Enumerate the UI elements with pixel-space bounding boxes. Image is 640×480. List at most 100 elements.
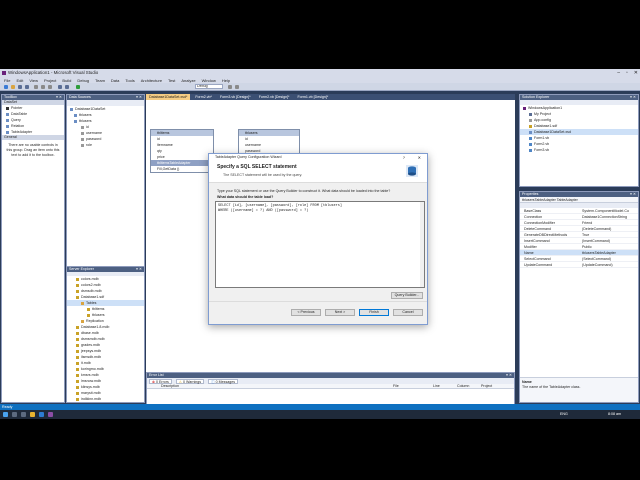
error-list-header: Error List ▾ ✕: [147, 373, 514, 378]
toolbox-toggle-icon[interactable]: [235, 84, 239, 89]
tableadapter-query-wizard-dialog: TableAdapter Query Configuration Wizard …: [208, 153, 428, 325]
tree-item-label: koringmo.mdb: [81, 367, 104, 371]
column-project[interactable]: Project: [481, 384, 492, 389]
table-tblitems[interactable]: tblitems id itemname qty price tblitemsT…: [150, 129, 214, 173]
database-icon: [76, 349, 79, 353]
cancel-button[interactable]: Cancel: [393, 309, 423, 316]
visual-studio-taskbar-icon[interactable]: [48, 412, 53, 417]
column-column[interactable]: Column: [457, 384, 469, 389]
solution-explorer-header: Solution Explorer ▾ ✕: [520, 95, 638, 100]
properties-panel: Properties ▾ ✕ tblusersTableAdapter Table…: [519, 191, 639, 403]
open-file-icon[interactable]: [11, 84, 15, 89]
redo-icon[interactable]: [65, 84, 69, 89]
close-button[interactable]: ✕: [634, 70, 638, 76]
column-description[interactable]: Description: [161, 384, 179, 389]
dialog-subheading: The SELECT statement will be used by the…: [223, 173, 303, 177]
undo-icon[interactable]: [58, 84, 62, 89]
task-view-icon[interactable]: [21, 412, 26, 417]
server-explorer-item[interactable]: rodeas.mdb: [67, 402, 144, 403]
clock[interactable]: 8:08 am: [608, 410, 621, 419]
previous-button[interactable]: < Previous: [291, 309, 321, 316]
language-indicator[interactable]: ENG: [560, 410, 568, 419]
title-bar: WindowsApplication1 - Microsoft Visual S…: [0, 69, 640, 77]
database-icon: [529, 124, 532, 128]
new-project-icon[interactable]: [4, 84, 8, 89]
panel-close-icon[interactable]: ▾ ✕: [56, 95, 62, 100]
search-icon[interactable]: [12, 412, 17, 417]
menu-architecture[interactable]: Architecture: [141, 78, 162, 83]
menu-file[interactable]: File: [4, 78, 10, 83]
column-line[interactable]: Line: [433, 384, 440, 389]
database-icon: [76, 361, 79, 365]
copy-icon[interactable]: [41, 84, 45, 89]
property-value[interactable]: (UpdateCommand): [582, 262, 613, 267]
menu-tools[interactable]: Tools: [125, 78, 134, 83]
toolbox-item-tableadapter[interactable]: TableAdapter: [2, 129, 64, 135]
data-sources-header: Data Sources ▾ ✕: [67, 95, 144, 100]
sql-scrollbar[interactable]: [420, 202, 424, 287]
tree-item-label: tblusers: [79, 113, 92, 117]
windows-taskbar: ENG 8:08 am: [0, 410, 640, 419]
error-list-columns: Description File Line Column Project: [147, 384, 514, 389]
next-button[interactable]: Next >: [325, 309, 355, 316]
server-explorer-item[interactable]: indikinn.mdb: [67, 396, 144, 402]
messages-filter-button[interactable]: ⓘ 0 Messages: [208, 378, 239, 384]
panel-close-icon[interactable]: ▾ ✕: [630, 95, 636, 100]
menu-analyze[interactable]: Analyze: [181, 78, 195, 83]
query-builder-button[interactable]: Query Builder...: [391, 292, 423, 299]
help-icon[interactable]: ?: [403, 154, 405, 161]
panel-close-icon[interactable]: ▾ ✕: [506, 373, 512, 378]
tree-item-label: Database1.8.mdb: [81, 325, 110, 329]
tree-item-label: Form1.vb: [534, 136, 550, 140]
property-row[interactable]: UpdateCommand (UpdateCommand): [520, 262, 638, 268]
finish-button[interactable]: Finish: [359, 309, 389, 316]
dataset-icon: [70, 107, 73, 111]
tree-item-label: colors2.mdb: [81, 283, 101, 287]
panel-close-icon[interactable]: ▾ ✕: [136, 267, 142, 272]
table-tblusers[interactable]: tblusers id username password: [238, 129, 300, 155]
save-icon[interactable]: [18, 84, 22, 89]
tree-item-label: grades.mdb: [81, 343, 100, 347]
menu-help[interactable]: Help: [222, 78, 230, 83]
error-icon: ⊗: [152, 379, 156, 384]
database-icon: [76, 373, 79, 377]
table-icon: [74, 119, 77, 123]
menu-build[interactable]: Build: [62, 78, 71, 83]
save-all-icon[interactable]: [25, 84, 29, 89]
field-icon: [81, 143, 84, 147]
browser-icon[interactable]: [39, 412, 44, 417]
minimize-button[interactable]: –: [617, 70, 620, 76]
menu-debug[interactable]: Debug: [77, 78, 89, 83]
menu-data[interactable]: Data: [111, 78, 119, 83]
tree-item-label: lmsnow.mdb: [81, 379, 101, 383]
dialog-close-icon[interactable]: ✕: [418, 154, 421, 161]
solution-explorer-panel: Solution Explorer ▾ ✕ WindowsApplication1…: [519, 94, 639, 187]
menu-team[interactable]: Team: [95, 78, 105, 83]
file-explorer-icon[interactable]: [30, 412, 35, 417]
sql-statement-textbox[interactable]: SELECT [id], [username], [password], [ro…: [215, 201, 425, 288]
maximize-button[interactable]: ▫: [626, 70, 628, 76]
menu-window[interactable]: Window: [202, 78, 216, 83]
panel-close-icon[interactable]: ▾ ✕: [136, 95, 142, 100]
find-icon[interactable]: [228, 84, 232, 89]
errors-filter-button[interactable]: ⊗ 0 Errors: [149, 378, 172, 384]
properties-object-selector[interactable]: tblusersTableAdapter TableAdapter: [520, 197, 638, 203]
start-debug-icon[interactable]: [76, 84, 80, 89]
menu-project[interactable]: Project: [44, 78, 56, 83]
tree-item-field[interactable]: role: [67, 142, 144, 148]
paste-icon[interactable]: [48, 84, 52, 89]
database-icon: [81, 301, 84, 305]
cut-icon[interactable]: [34, 84, 38, 89]
toolbox-header: ToolBox ▾ ✕: [2, 95, 64, 100]
column-file[interactable]: File: [393, 384, 399, 389]
query-icon: [6, 118, 9, 122]
menu-view[interactable]: View: [29, 78, 38, 83]
description-text: The name of the TableAdapter class.: [522, 385, 581, 389]
menu-test[interactable]: Test: [168, 78, 175, 83]
error-list-title: Error List: [149, 373, 164, 377]
tree-item-file[interactable]: Form3.vb: [520, 147, 638, 153]
menu-edit[interactable]: Edit: [16, 78, 23, 83]
warnings-filter-button[interactable]: ⚠ 0 Warnings: [175, 378, 205, 384]
start-icon[interactable]: [3, 412, 8, 417]
config-dropdown[interactable]: Debug: [195, 84, 223, 89]
